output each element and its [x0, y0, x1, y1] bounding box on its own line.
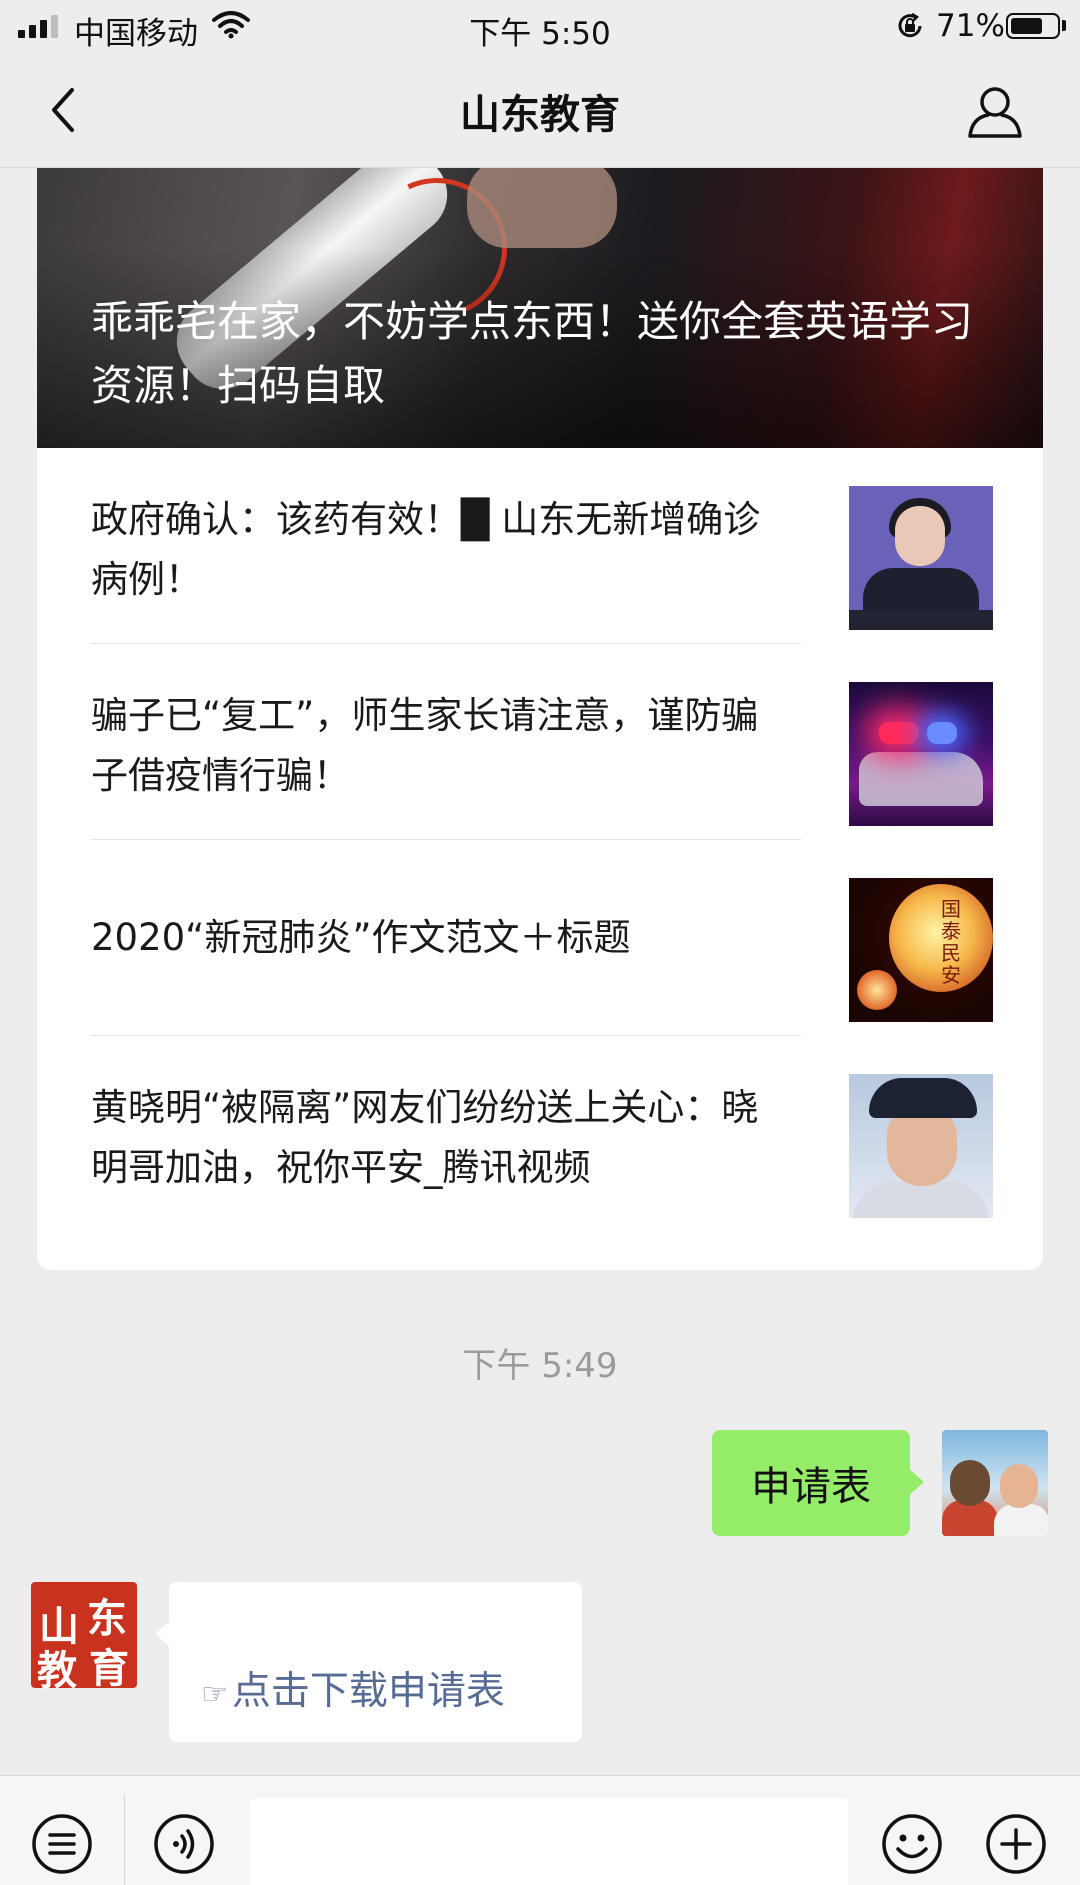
thumb-robe [853, 1182, 989, 1218]
page-title: 山东教育 [460, 92, 620, 138]
download-application-link[interactable]: ☞ 点击下载申请表 [201, 1660, 505, 1716]
thumb-blue-light [927, 722, 957, 744]
battery-tip [1062, 20, 1066, 31]
avatar-figure [994, 1504, 1048, 1536]
press-conference-photo [849, 486, 993, 630]
hero-image-hand [467, 168, 617, 248]
police-car-photo [849, 682, 993, 826]
thumb-hat [869, 1078, 977, 1118]
download-link-text: 点击下载申请表 [231, 1669, 505, 1714]
news-item-title: 2020“新冠肺炎”作文范文＋标题 [91, 916, 631, 959]
thumb-car [859, 752, 983, 806]
thumb-person-head [895, 506, 945, 566]
thumb-desk [849, 610, 993, 630]
official-account-avatar[interactable]: 山 东 教 育 [31, 1582, 137, 1694]
input-bar [0, 1775, 1080, 1885]
avatar-glyph: 教 [37, 1647, 77, 1694]
status-bar: 中国移动 下午 5:50 71% [0, 0, 1080, 52]
sent-message-text: 申请表 [751, 1464, 871, 1510]
message-input[interactable] [250, 1798, 848, 1885]
emoji-icon[interactable] [880, 1812, 944, 1876]
battery-icon [1006, 13, 1060, 39]
avatar-figure-head [1000, 1464, 1038, 1508]
thumb-lantern-small [857, 970, 897, 1010]
voice-icon[interactable] [152, 1812, 216, 1876]
article-card: 乖乖宅在家，不妨学点东西！送你全套英语学习资源！扫码自取 政府确认：该药有效！█… [37, 168, 1043, 1270]
received-message-bubble: ☞ 点击下载申请表 [155, 1582, 582, 1742]
lantern-photo: 国泰民安 [849, 878, 993, 1022]
sent-message-bubble[interactable]: 申请表 [712, 1430, 924, 1536]
thumb-face [887, 1106, 957, 1186]
lantern-glyphs: 国泰民安 [941, 897, 961, 987]
user-avatar[interactable] [942, 1430, 1048, 1536]
chat-timestamp: 下午 5:49 [462, 1346, 618, 1386]
divider [124, 1794, 125, 1885]
hero-title: 乖乖宅在家，不妨学点东西！送你全套英语学习资源！扫码自取 [91, 297, 974, 410]
news-item-title: 黄晓明“被隔离”网友们纷纷送上关心：晓明哥加油，祝你平安_腾讯视频 [91, 1086, 759, 1189]
nav-bar: 山东教育 [0, 52, 1080, 168]
battery-percent: 71% [936, 8, 1005, 44]
avatar-glyph: 育 [89, 1645, 129, 1692]
menu-list-icon[interactable] [30, 1812, 94, 1876]
battery-fill [1011, 18, 1042, 34]
avatar-figure-head [950, 1460, 990, 1506]
portrait-photo [849, 1074, 993, 1218]
plus-icon[interactable] [984, 1812, 1048, 1876]
hero-article[interactable]: 乖乖宅在家，不妨学点东西！送你全套英语学习资源！扫码自取 [37, 168, 1043, 448]
news-item[interactable]: 2020“新冠肺炎”作文范文＋标题 国泰民安 [37, 840, 1043, 1036]
news-item[interactable]: 黄晓明“被隔离”网友们纷纷送上关心：晓明哥加油，祝你平安_腾讯视频 [37, 1036, 1043, 1232]
pointing-hand-icon: ☞ [201, 1677, 228, 1712]
profile-icon[interactable] [966, 82, 1024, 140]
news-item-title: 政府确认：该药有效！█ 山东无新增确诊病例！ [91, 498, 761, 601]
news-item[interactable]: 政府确认：该药有效！█ 山东无新增确诊病例！ [37, 448, 1043, 644]
rotation-lock-icon [898, 12, 922, 38]
thumb-red-light [879, 722, 919, 744]
news-item-title: 骗子已“复工”，师生家长请注意，谨防骗子借疫情行骗！ [91, 694, 759, 797]
news-item[interactable]: 骗子已“复工”，师生家长请注意，谨防骗子借疫情行骗！ [37, 644, 1043, 840]
